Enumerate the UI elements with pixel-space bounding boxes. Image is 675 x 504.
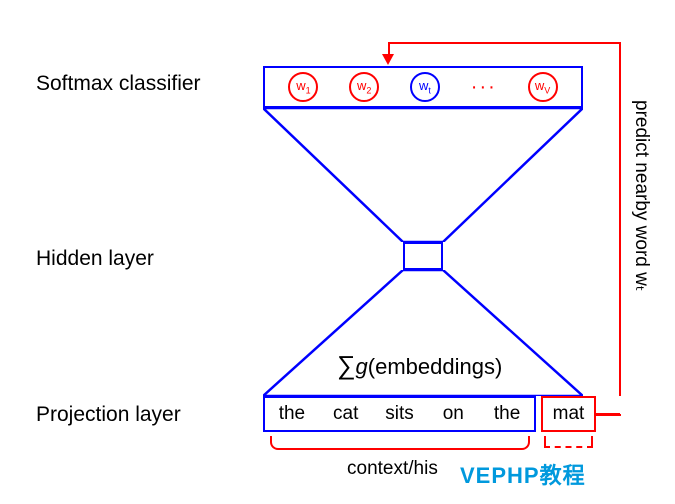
- softmax-box: w1 w2 wt ··· wV: [263, 66, 583, 108]
- context-label: context/his: [347, 458, 438, 480]
- token-wv: wV: [528, 72, 558, 102]
- arrow-bottom-horiz: [596, 413, 620, 415]
- hidden-label: Hidden layer: [36, 247, 154, 271]
- token-w2: w2: [349, 72, 379, 102]
- softmax-label: Softmax classifier: [36, 72, 201, 96]
- proj-word-2: sits: [373, 403, 427, 425]
- hidden-box: [403, 242, 443, 270]
- target-word: mat: [553, 403, 585, 425]
- upper-trapezoid: [263, 108, 583, 242]
- projection-label: Projection layer: [36, 403, 181, 427]
- proj-word-1: cat: [319, 403, 373, 425]
- arrow-vertical: [619, 42, 621, 396]
- target-box: mat: [541, 396, 596, 432]
- proj-word-0: the: [265, 403, 319, 425]
- arrow-head: [382, 54, 394, 65]
- target-bracket: [544, 436, 593, 448]
- watermark: VEPHP教程: [460, 458, 586, 490]
- proj-word-3: on: [426, 403, 480, 425]
- token-ellipsis: ···: [471, 76, 497, 99]
- proj-word-4: the: [480, 403, 534, 425]
- side-label: predict nearby word wₜ: [630, 100, 652, 291]
- arrow-top-horiz: [388, 42, 621, 44]
- context-bracket: [270, 436, 530, 450]
- projection-box: the cat sits on the: [263, 396, 536, 432]
- token-w1: w1: [288, 72, 318, 102]
- token-wt: wt: [410, 72, 440, 102]
- formula-text: ∑g(embeddings): [337, 350, 502, 381]
